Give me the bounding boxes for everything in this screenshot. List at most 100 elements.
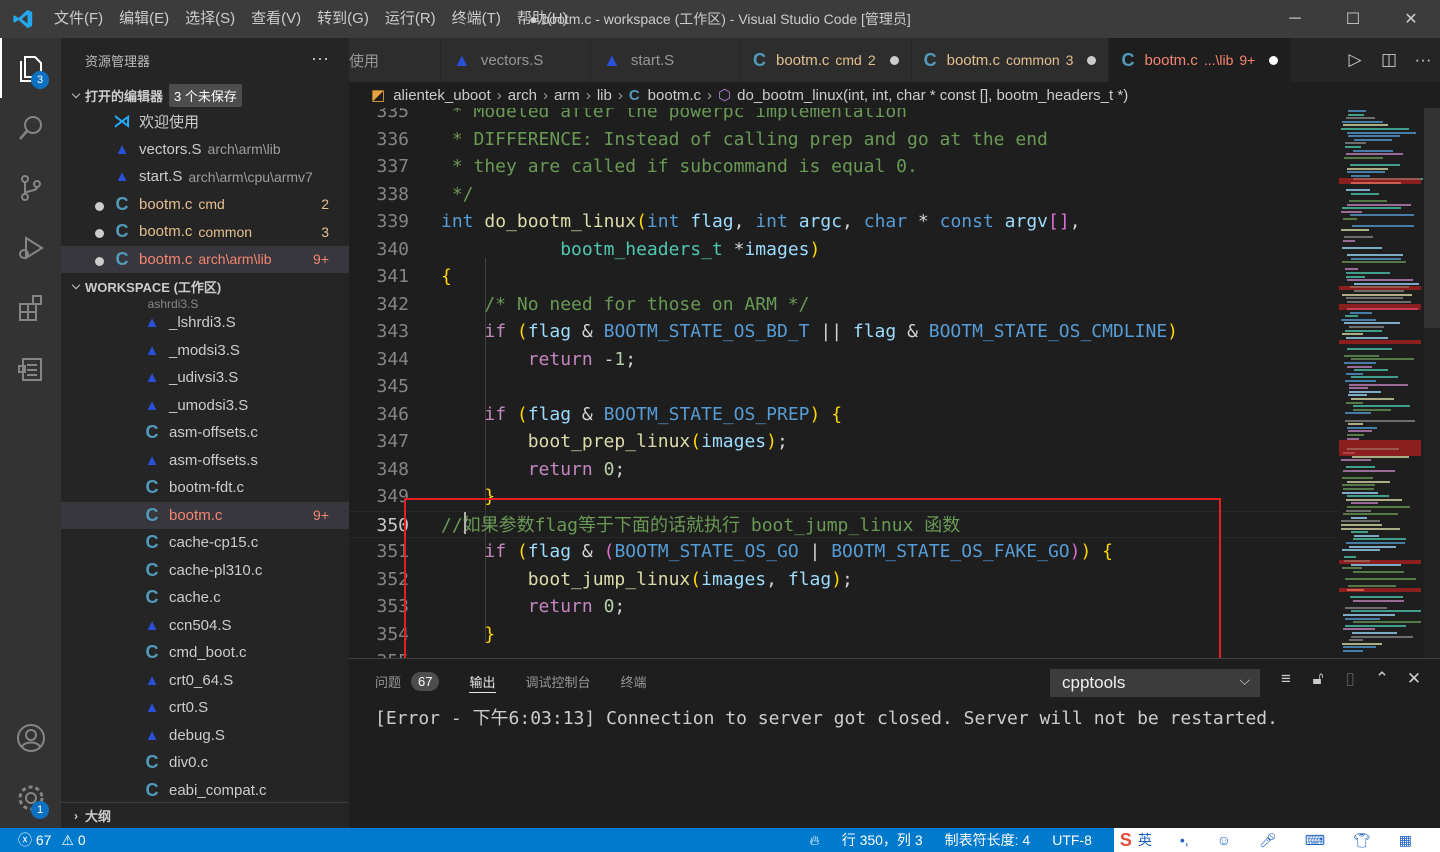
menu-view[interactable]: 查看(V)	[243, 0, 309, 38]
editor-tab[interactable]: ▲ start.S	[591, 38, 741, 82]
code-line[interactable]: 353 return 0;	[349, 593, 1339, 621]
encoding[interactable]: UTF-8	[1052, 832, 1092, 848]
open-editor-welcome[interactable]: ⋊ 欢迎使用	[61, 108, 349, 136]
cursor-position[interactable]: 行 350，列 3	[842, 830, 923, 850]
explorer-activity-button[interactable]: 3	[0, 38, 61, 98]
menu-run[interactable]: 运行(R)	[377, 0, 444, 38]
list-item[interactable]: ▲ _umodsi3.S	[61, 392, 349, 420]
code-line[interactable]: 349 }	[349, 483, 1339, 511]
code-line[interactable]: 341 {	[349, 263, 1339, 291]
open-editors-header[interactable]: ⌵ 打开的编辑器 3 个未保存	[61, 82, 349, 108]
unsaved-dot-icon[interactable]	[1087, 55, 1097, 65]
open-editor-bootm-common[interactable]: C bootm.c common 3	[61, 218, 349, 246]
tab-problems[interactable]: 问题 67	[375, 659, 440, 703]
code-editor[interactable]: 335 * Modeled after the powerpc implemen…	[349, 108, 1339, 658]
microphone-icon[interactable]: 🎤︎	[1259, 832, 1277, 849]
unsaved-dot-icon[interactable]	[889, 55, 899, 65]
open-editor-bootm-cmd[interactable]: C bootm.c cmd 2	[61, 191, 349, 219]
list-item[interactable]: Ccache-cp15.c	[61, 529, 349, 557]
list-item[interactable]: ▲ _modsi3.S	[61, 337, 349, 365]
menu-selection[interactable]: 选择(S)	[177, 0, 243, 38]
editor-scrollbar[interactable]	[1424, 108, 1440, 658]
tab-size[interactable]: 制表符长度: 4	[945, 830, 1031, 850]
list-item[interactable]: ▲ _lshrdi3.S	[61, 309, 349, 337]
problems-status[interactable]: ⓧ 67 ⚠ 0	[18, 828, 86, 852]
code-line[interactable]: 342 /* No need for those on ARM */	[349, 291, 1339, 319]
explorer-more-button[interactable]: ···	[311, 38, 329, 78]
list-item[interactable]: Cdiv0.c	[61, 749, 349, 777]
code-line[interactable]: 352 boot_jump_linux(images, flag);	[349, 566, 1339, 594]
code-line[interactable]: 346 if (flag & BOOTM_STATE_OS_PREP) {	[349, 401, 1339, 429]
breadcrumb-item[interactable]: alientek_uboot	[393, 87, 491, 104]
code-line[interactable]: 355	[349, 648, 1339, 658]
menu-edit[interactable]: 编辑(E)	[111, 0, 177, 38]
emoji-icon[interactable]: ☺	[1217, 832, 1231, 848]
menu-go[interactable]: 转到(G)	[309, 0, 377, 38]
list-item[interactable]: _ashrdi3.S	[61, 299, 349, 309]
unsaved-dot-icon[interactable]	[95, 229, 104, 238]
list-item[interactable]: Ccache-pl310.c	[61, 557, 349, 585]
workspace-header[interactable]: ⌵ WORKSPACE (工作区)	[61, 273, 349, 299]
list-item[interactable]: ▲ _udivsi3.S	[61, 364, 349, 392]
lock-scroll-button[interactable]: 🔓︎	[1302, 669, 1334, 689]
unsaved-dot-icon[interactable]	[1269, 55, 1279, 65]
list-item[interactable]: Cbootm.c 9+	[61, 501, 349, 529]
maximize-panel-button[interactable]: ⌃	[1366, 669, 1398, 689]
open-log-button[interactable]: ▯	[1334, 669, 1366, 689]
code-line[interactable]: 340 bootm_headers_t *images)	[349, 236, 1339, 264]
run-file-button[interactable]: ▷	[1338, 50, 1372, 70]
list-item[interactable]: ▲ ccn504.S	[61, 612, 349, 640]
close-panel-button[interactable]: ✕	[1398, 669, 1430, 689]
clear-output-button[interactable]: ≡	[1270, 669, 1302, 689]
list-item[interactable]: ▲ crt0_64.S	[61, 667, 349, 695]
breadcrumb-item[interactable]: lib	[597, 87, 612, 104]
tab-debug-console[interactable]: 调试控制台	[526, 659, 591, 703]
list-item[interactable]: Ceabi_compat.c	[61, 777, 349, 805]
code-line[interactable]: 343 if (flag & BOOTM_STATE_OS_BD_T || fl…	[349, 318, 1339, 346]
more-actions-button[interactable]: ···	[1406, 50, 1440, 70]
code-line[interactable]: 350 //如果参数flag等于下面的话就执行 boot_jump_linux 函…	[349, 510, 1339, 538]
extensions-activity-button[interactable]	[0, 278, 61, 338]
ime-language[interactable]: 英	[1138, 830, 1152, 850]
unsaved-dot-icon[interactable]	[95, 201, 104, 211]
source-control-activity-button[interactable]	[0, 158, 61, 218]
tab-terminal[interactable]: 终端	[621, 659, 647, 703]
skin-icon[interactable]: 👕︎	[1353, 832, 1371, 849]
list-item[interactable]: Ccmd_boot.c	[61, 639, 349, 667]
editor-tab[interactable]: Cbootm.c ...\lib 9+	[1109, 38, 1292, 82]
run-debug-activity-button[interactable]	[0, 218, 61, 278]
open-editor-start[interactable]: ▲ start.S arch\arm\cpu\armv7	[61, 163, 349, 191]
remote-explorer-activity-button[interactable]	[0, 338, 61, 398]
editor-tab[interactable]: ▲ vectors.S	[441, 38, 591, 82]
editor-tab[interactable]: 使用	[349, 38, 441, 82]
list-item[interactable]: Cbootm-fdt.c	[61, 474, 349, 502]
list-item[interactable]: ▲ crt0.S	[61, 694, 349, 722]
ime-toolbar[interactable]: S 英 •, ☺ 🎤︎ ⌨ 👕︎ ▦	[1113, 828, 1440, 852]
breadcrumb-item[interactable]: arm	[554, 87, 580, 104]
code-line[interactable]: 345	[349, 373, 1339, 401]
open-editor-vectors[interactable]: ▲ vectors.S arch\arm\lib	[61, 136, 349, 164]
code-line[interactable]: 337 * they are called if subcommand is e…	[349, 153, 1339, 181]
list-item[interactable]: ▲ debug.S	[61, 722, 349, 750]
code-line[interactable]: 335 * Modeled after the powerpc implemen…	[349, 108, 1339, 126]
code-line[interactable]: 344 return -1;	[349, 346, 1339, 374]
menu-terminal[interactable]: 终端(T)	[444, 0, 509, 38]
code-line[interactable]: 351 if (flag & (BOOTM_STATE_OS_GO | BOOT…	[349, 538, 1339, 566]
editor-tab[interactable]: Cbootm.c cmd 2	[741, 38, 912, 82]
close-window-button[interactable]: ✕	[1382, 0, 1440, 38]
code-line[interactable]: 348 return 0;	[349, 456, 1339, 484]
accounts-activity-button[interactable]	[0, 708, 61, 768]
menu-help[interactable]: 帮助(H)	[509, 0, 576, 38]
output-channel-select[interactable]: cpptools ⌵	[1050, 669, 1260, 697]
unsaved-dot-icon[interactable]	[95, 256, 104, 266]
tab-output[interactable]: 输出	[469, 659, 496, 703]
code-line[interactable]: 347 boot_prep_linux(images);	[349, 428, 1339, 456]
toolbox-icon[interactable]: ▦	[1399, 832, 1412, 849]
menu-file[interactable]: 文件(F)	[46, 0, 111, 38]
outline-header[interactable]: › 大纲	[61, 802, 349, 828]
list-item[interactable]: ▲ asm-offsets.s	[61, 447, 349, 475]
list-item[interactable]: Ccache.c	[61, 584, 349, 612]
editor-tab[interactable]: Cbootm.c common 3	[911, 38, 1110, 82]
open-editor-bootm-lib[interactable]: C bootm.c arch\arm\lib 9+	[61, 245, 349, 273]
list-item[interactable]: Casm-offsets.c	[61, 419, 349, 447]
